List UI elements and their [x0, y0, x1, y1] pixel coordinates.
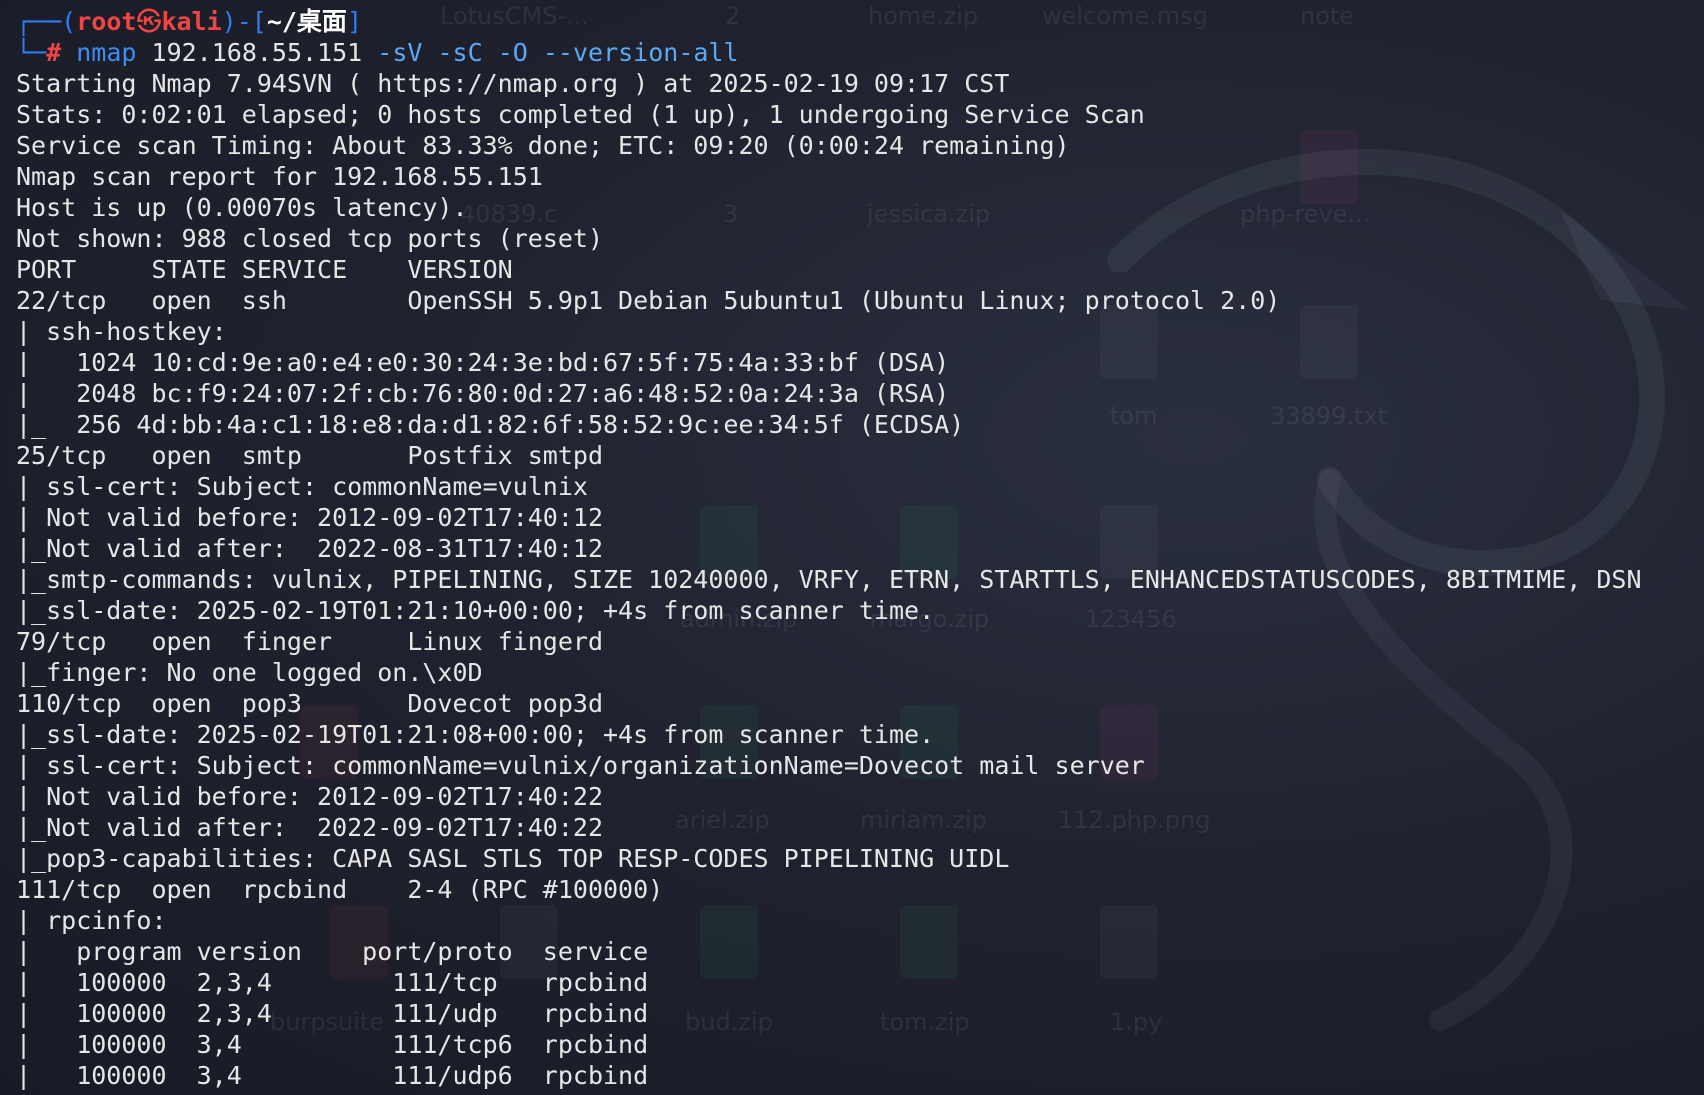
output-line: | program version port/proto service [16, 937, 649, 966]
output-line: | 1024 10:cd:9e:a0:e4:e0:30:24:3e:bd:67:… [16, 348, 950, 377]
prompt-hash: # [46, 38, 62, 67]
terminal-window[interactable]: LotusCMS-... 2 home.zip welcome.msg note… [0, 0, 1704, 1095]
prompt-frame: )-[ [221, 7, 267, 36]
output-line: |_ssl-date: 2025-02-19T01:21:10+00:00; +… [16, 596, 935, 625]
output-line: | rpcinfo: [16, 906, 182, 935]
output-line: 22/tcp open ssh OpenSSH 5.9p1 Debian 5ub… [16, 286, 1281, 315]
output-line: | 100000 2,3,4 111/udp rpcbind [16, 999, 649, 1028]
prompt-frame: ┌──( [16, 7, 77, 36]
prompt-line-top: ┌──(root㉿kali)-[~/桌面] [16, 6, 1704, 37]
command-name: nmap [76, 38, 137, 67]
command-line[interactable]: └─# nmap 192.168.55.151 -sV -sC -O --ver… [16, 37, 1704, 68]
prompt-host: kali [161, 7, 222, 36]
output-line: |_Not valid after: 2022-08-31T17:40:12 [16, 534, 603, 563]
output-line: | 2048 bc:f9:24:07:2f:cb:76:80:0d:27:a6:… [16, 379, 950, 408]
output-line: |_ 256 4d:bb:4a:c1:18:e8:da:d1:82:6f:58:… [16, 410, 965, 439]
terminal-output[interactable]: ┌──(root㉿kali)-[~/桌面] └─# nmap 192.168.5… [16, 6, 1704, 1091]
output-line: 110/tcp open pop3 Dovecot pop3d [16, 689, 603, 718]
prompt-frame: └─ [16, 38, 47, 67]
skull-icon: ㉿ [136, 7, 162, 36]
output-line: Not shown: 988 closed tcp ports (reset) [16, 224, 603, 253]
output-line: Nmap scan report for 192.168.55.151 [16, 162, 543, 191]
output-line: 111/tcp open rpcbind 2-4 (RPC #100000) [16, 875, 664, 904]
prompt-frame: ] [346, 7, 362, 36]
output-line: | Not valid before: 2012-09-02T17:40:12 [16, 503, 603, 532]
output-line: |_finger: No one logged on.\x0D [16, 658, 483, 687]
output-line: | 100000 2,3,4 111/tcp rpcbind [16, 968, 649, 997]
output-line: PORT STATE SERVICE VERSION [16, 255, 513, 284]
output-line: | 100000 3,4 111/udp6 rpcbind [16, 1061, 649, 1090]
output-line: |_ssl-date: 2025-02-19T01:21:08+00:00; +… [16, 720, 935, 749]
output-line: |_smtp-commands: vulnix, PIPELINING, SIZ… [16, 565, 1642, 594]
output-line: 25/tcp open smtp Postfix smtpd [16, 441, 603, 470]
command-flags: -sV -sC -O --version-all [377, 38, 739, 67]
output-line: |_Not valid after: 2022-09-02T17:40:22 [16, 813, 603, 842]
scan-output: Starting Nmap 7.94SVN ( https://nmap.org… [16, 68, 1704, 1091]
output-line: | ssl-cert: Subject: commonName=vulnix [16, 472, 588, 501]
output-line: Starting Nmap 7.94SVN ( https://nmap.org… [16, 69, 1010, 98]
output-line: Service scan Timing: About 83.33% done; … [16, 131, 1070, 160]
output-line: | Not valid before: 2012-09-02T17:40:22 [16, 782, 603, 811]
output-line: 79/tcp open finger Linux fingerd [16, 627, 603, 656]
prompt-user: root [76, 7, 137, 36]
output-line: | ssh-hostkey: [16, 317, 242, 346]
output-line: |_pop3-capabilities: CAPA SASL STLS TOP … [16, 844, 1010, 873]
output-line: Stats: 0:02:01 elapsed; 0 hosts complete… [16, 100, 1145, 129]
command-target: 192.168.55.151 [151, 38, 363, 67]
output-line: Host is up (0.00070s latency). [16, 193, 468, 222]
output-line: | ssl-cert: Subject: commonName=vulnix/o… [16, 751, 1145, 780]
prompt-path: ~/桌面 [266, 7, 347, 36]
output-line: | 100000 3,4 111/tcp6 rpcbind [16, 1030, 649, 1059]
